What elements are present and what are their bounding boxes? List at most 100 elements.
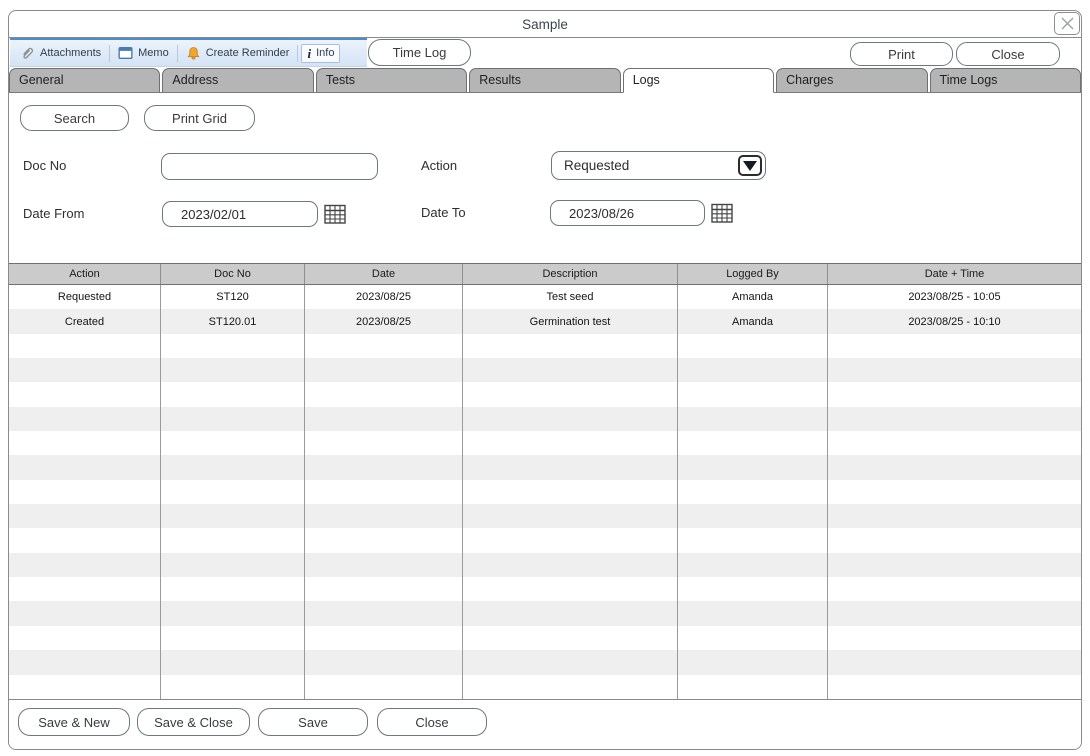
table-row-empty: [9, 675, 1081, 699]
table-cell: [828, 334, 1081, 358]
save-close-button[interactable]: Save & Close: [137, 708, 250, 736]
close-top-button[interactable]: Close: [956, 42, 1060, 66]
window-close-button[interactable]: [1054, 12, 1080, 35]
save-button[interactable]: Save: [258, 708, 368, 736]
table-row-empty: [9, 528, 1081, 552]
column-header-action[interactable]: Action: [9, 264, 161, 284]
close-button[interactable]: Close: [377, 708, 487, 736]
table-cell: 2023/08/25: [305, 285, 463, 309]
table-cell: [828, 626, 1081, 650]
table-row-empty: [9, 577, 1081, 601]
table-cell: [463, 626, 678, 650]
tab-time-logs[interactable]: Time Logs: [930, 68, 1081, 92]
table-row-empty: [9, 504, 1081, 528]
action-select[interactable]: Requested: [551, 151, 766, 180]
table-cell: [9, 455, 161, 479]
print-grid-button[interactable]: Print Grid: [144, 105, 255, 131]
print-button[interactable]: Print: [850, 42, 953, 66]
table-row[interactable]: CreatedST120.012023/08/25Germination tes…: [9, 309, 1081, 333]
table-cell: [828, 553, 1081, 577]
doc-no-label: Doc No: [23, 153, 66, 179]
table-cell: [161, 431, 305, 455]
table-cell: [161, 358, 305, 382]
column-header-date-time[interactable]: Date + Time: [828, 264, 1081, 284]
table-cell: Requested: [9, 285, 161, 309]
table-cell: [678, 358, 828, 382]
table-row-empty: [9, 334, 1081, 358]
table-row[interactable]: RequestedST1202023/08/25Test seedAmanda2…: [9, 285, 1081, 309]
doc-no-input[interactable]: [161, 153, 378, 180]
table-cell: [305, 455, 463, 479]
tab-general[interactable]: General: [9, 68, 160, 92]
time-log-button[interactable]: Time Log: [368, 39, 471, 66]
table-cell: [463, 504, 678, 528]
close-icon: [1061, 17, 1074, 30]
table-cell: [463, 650, 678, 674]
date-from-calendar-button[interactable]: [322, 201, 348, 227]
table-cell: [305, 626, 463, 650]
date-to-calendar-button[interactable]: [709, 200, 735, 226]
table-cell: [463, 528, 678, 552]
action-select-value: Requested: [564, 158, 738, 173]
table-cell: [463, 334, 678, 358]
chevron-down-icon: [743, 161, 757, 171]
create-reminder-button[interactable]: Create Reminder: [181, 44, 295, 63]
action-dropdown-button[interactable]: [738, 155, 762, 176]
table-cell: [828, 407, 1081, 431]
info-button[interactable]: iInfo: [301, 44, 340, 63]
table-row-empty: [9, 650, 1081, 674]
tab-tests[interactable]: Tests: [316, 68, 467, 92]
toolbar-separator: [177, 45, 178, 62]
table-cell: [678, 504, 828, 528]
table-cell: [161, 675, 305, 699]
save-new-button[interactable]: Save & New: [18, 708, 130, 736]
table-cell: [463, 601, 678, 625]
date-to-label: Date To: [421, 200, 466, 226]
attachments-button[interactable]: Attachments: [15, 44, 106, 63]
table-cell: [828, 528, 1081, 552]
table-cell: [9, 626, 161, 650]
column-header-description[interactable]: Description: [463, 264, 678, 284]
table-cell: [463, 577, 678, 601]
table-cell: [305, 577, 463, 601]
column-header-doc-no[interactable]: Doc No: [161, 264, 305, 284]
search-button[interactable]: Search: [20, 105, 129, 131]
table-cell: [9, 358, 161, 382]
table-cell: [678, 455, 828, 479]
date-from-input[interactable]: [162, 201, 318, 227]
table-cell: [161, 480, 305, 504]
table-row-empty: [9, 480, 1081, 504]
calendar-icon: [323, 202, 347, 226]
sample-window: Sample AttachmentsMemoCreate ReminderiIn…: [8, 10, 1082, 750]
memo-button[interactable]: Memo: [113, 44, 174, 62]
tab-logs[interactable]: Logs: [623, 68, 774, 93]
table-cell: [9, 650, 161, 674]
table-cell: [161, 626, 305, 650]
table-cell: [463, 553, 678, 577]
table-cell: [161, 382, 305, 406]
log-table: ActionDoc NoDateDescriptionLogged ByDate…: [9, 263, 1081, 700]
table-cell: [161, 528, 305, 552]
table-cell: [678, 675, 828, 699]
table-row-empty: [9, 431, 1081, 455]
column-header-date[interactable]: Date: [305, 264, 463, 284]
table-cell: [9, 675, 161, 699]
date-to-input[interactable]: [550, 200, 705, 226]
table-cell: [9, 407, 161, 431]
info-icon: i: [307, 47, 311, 60]
table-cell: [678, 601, 828, 625]
table-cell: [828, 577, 1081, 601]
paperclip-icon: [20, 46, 35, 61]
tab-results[interactable]: Results: [469, 68, 620, 92]
tab-charges[interactable]: Charges: [776, 68, 927, 92]
column-header-logged-by[interactable]: Logged By: [678, 264, 828, 284]
log-table-body: RequestedST1202023/08/25Test seedAmanda2…: [9, 285, 1081, 699]
table-cell: [305, 528, 463, 552]
table-cell: [463, 407, 678, 431]
tab-address[interactable]: Address: [162, 68, 313, 92]
memo-icon: [118, 46, 133, 60]
table-cell: [9, 553, 161, 577]
table-cell: [305, 407, 463, 431]
table-row-empty: [9, 626, 1081, 650]
table-cell: [828, 455, 1081, 479]
